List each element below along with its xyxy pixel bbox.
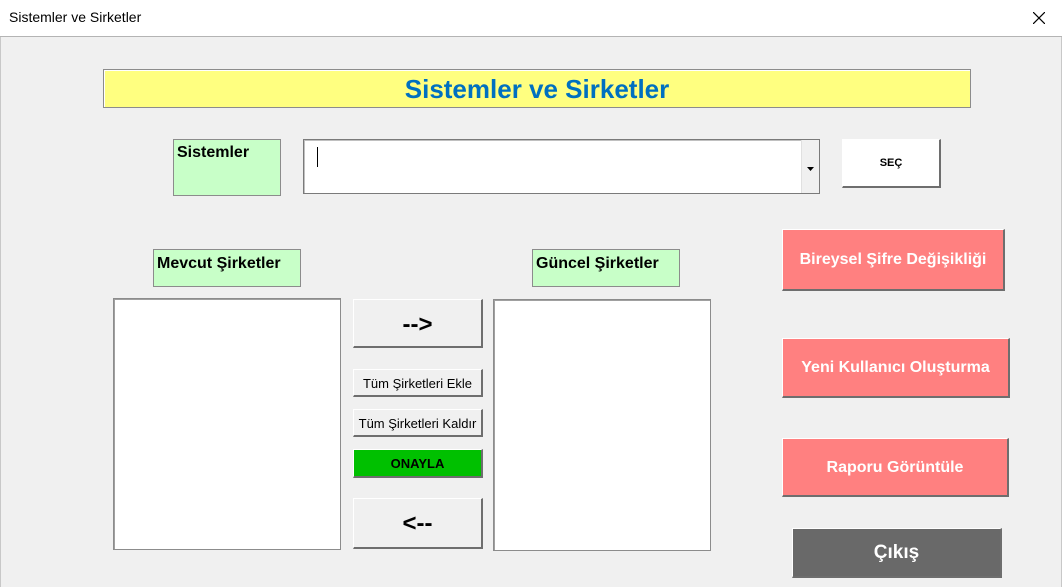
close-button[interactable] — [1016, 0, 1062, 36]
sistemler-label: Sistemler — [173, 139, 281, 196]
guncel-sirketler-list[interactable] — [493, 299, 711, 551]
mevcut-sirketler-list[interactable] — [113, 298, 341, 550]
close-icon — [1033, 12, 1045, 24]
sec-button[interactable]: SEÇ — [842, 139, 941, 188]
exit-button[interactable]: Çıkış — [792, 528, 1002, 578]
approve-button[interactable]: ONAYLA — [353, 449, 483, 478]
view-report-button[interactable]: Raporu Görüntüle — [782, 438, 1009, 497]
mevcut-sirketler-label: Mevcut Şirketler — [153, 249, 301, 287]
add-all-companies-button[interactable]: Tüm Şirketleri Ekle — [353, 369, 483, 397]
guncel-sirketler-label: Güncel Şirketler — [532, 249, 680, 287]
window-title: Sistemler ve Sirketler — [9, 9, 142, 25]
title-bar: Sistemler ve Sirketler — [0, 0, 1062, 37]
sistemler-combobox[interactable] — [303, 139, 820, 194]
new-user-button[interactable]: Yeni Kullanıcı Oluşturma — [782, 338, 1010, 398]
password-change-button[interactable]: Bireysel Şifre Değişikliği — [782, 229, 1005, 291]
remove-company-button[interactable]: <-- — [353, 498, 483, 549]
chevron-down-icon — [807, 167, 814, 171]
dropdown-button[interactable] — [801, 140, 819, 193]
remove-all-companies-button[interactable]: Tüm Şirketleri Kaldır — [353, 409, 483, 437]
text-cursor — [317, 147, 318, 167]
form-header: Sistemler ve Sirketler — [103, 69, 971, 108]
add-company-button[interactable]: --> — [353, 299, 483, 348]
